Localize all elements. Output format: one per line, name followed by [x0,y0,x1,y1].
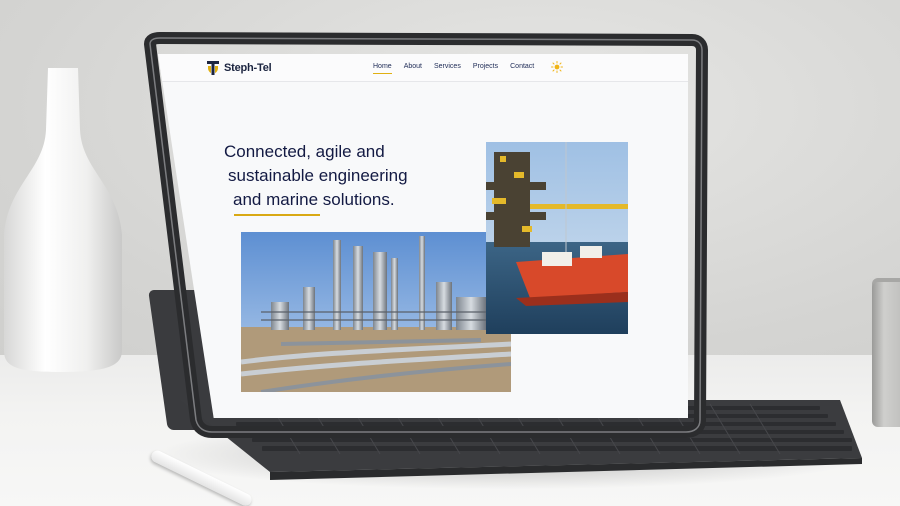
headline-line-1: Connected, agile and [224,142,385,161]
nav-home[interactable]: Home [373,63,392,74]
mug [872,282,900,427]
tablet-screen: Steph-Tel Home About Services Projects C… [158,54,688,418]
white-vase [4,68,122,372]
headline-line-3: and marine solutions. [233,190,395,209]
logo-mark-icon [207,61,219,75]
nav-contact[interactable]: Contact [510,63,534,70]
sun-icon[interactable] [551,61,563,73]
headline-underline [234,214,320,216]
site-header: Steph-Tel Home About Services Projects C… [158,54,688,82]
brand-logo[interactable]: Steph-Tel [206,60,272,76]
headline-line-2: sustainable engineering [228,166,408,185]
main-nav: Home About Services Projects Contact [373,63,534,74]
hero-headline: Connected, agile and sustainable enginee… [224,140,454,212]
nav-about[interactable]: About [404,63,422,70]
refinery-photo [241,232,511,392]
offshore-rig-photo [486,142,628,334]
nav-services[interactable]: Services [434,63,461,70]
nav-projects[interactable]: Projects [473,63,498,70]
brand-name: Steph-Tel [224,62,272,74]
